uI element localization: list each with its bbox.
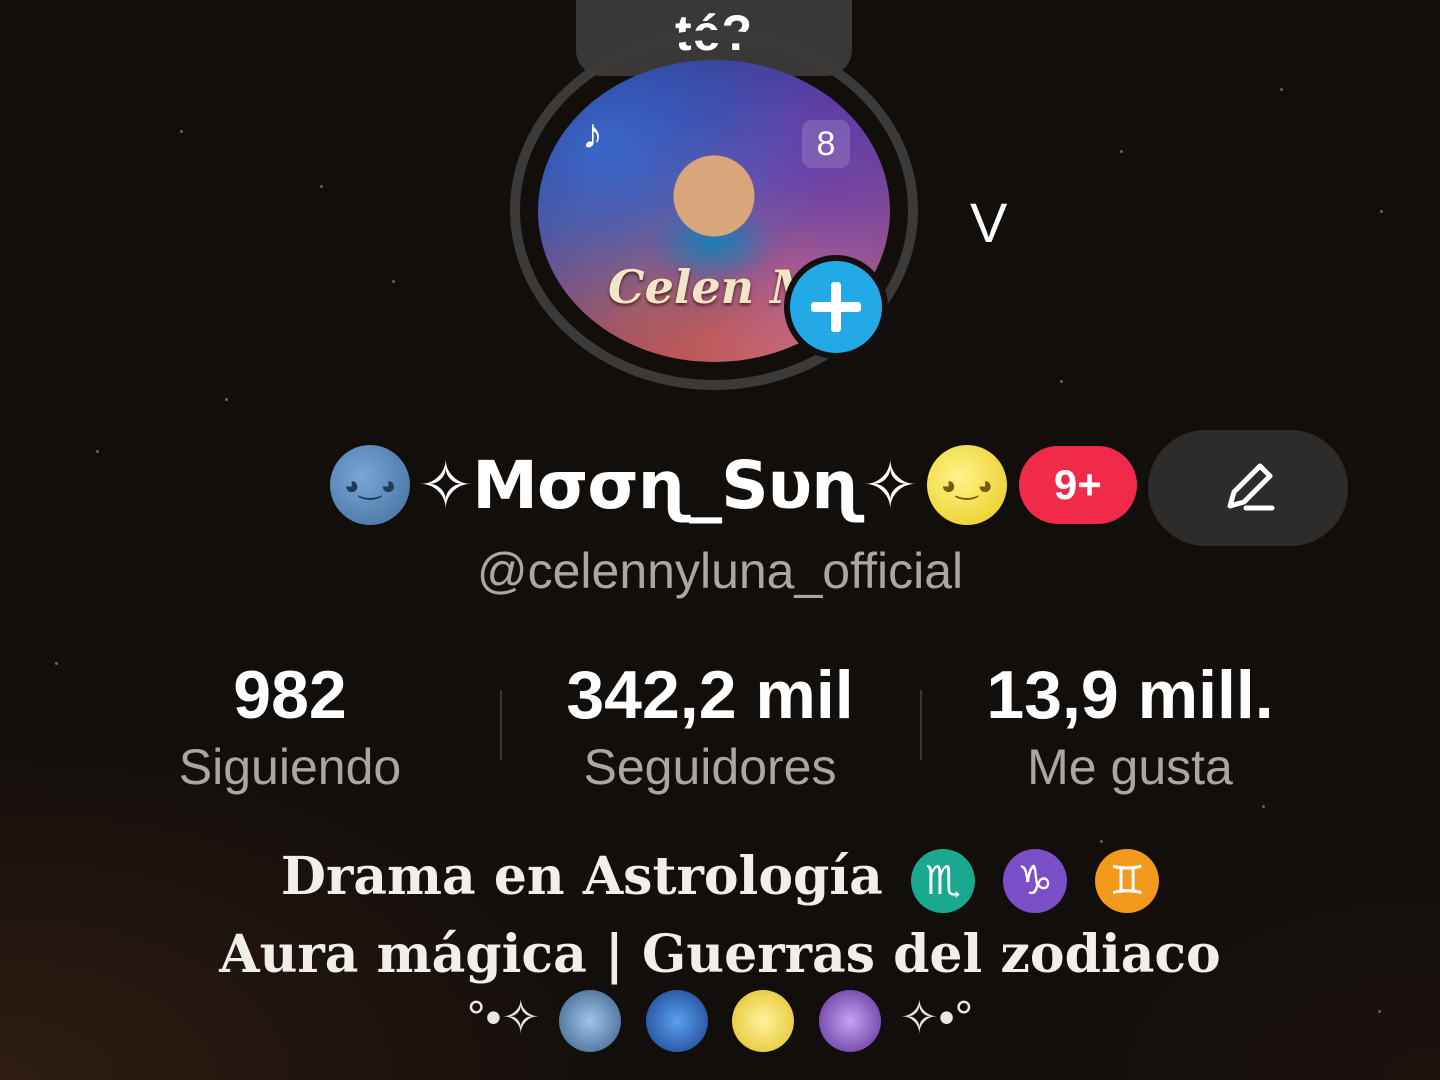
notification-badge[interactable]: 9+ — [1018, 446, 1137, 524]
pencil-icon — [1227, 463, 1275, 511]
display-name: ✧Mσσɳ_Sυɳ✧ — [418, 446, 918, 524]
star-decoration — [1262, 805, 1265, 808]
moon-emoji-icon — [558, 990, 621, 1052]
stat-likes[interactable]: 13,9 mill. Me gusta — [970, 655, 1290, 799]
profile-name-row: ◕‿◕ ✧Mσσɳ_Sυɳ✧ ◕‿◕ 9+ — [330, 440, 1137, 530]
star-decoration — [392, 280, 395, 283]
star-decoration — [96, 450, 99, 453]
stat-divider — [500, 690, 502, 760]
deco-text-right: ✧•° — [899, 991, 973, 1044]
capcut-logo-icon: 8 — [802, 120, 850, 168]
new-moon-face-icon: ◕‿◕ — [330, 445, 410, 525]
star-decoration — [180, 130, 183, 133]
gemini-icon: ♊ — [1095, 848, 1160, 913]
profile-page: té? ♪ 8 Celen M V ◕‿◕ ✧Mσσɳ_Sυɳ✧ ◕‿◕ 9+ … — [0, 0, 1440, 1080]
following-count: 982 — [233, 657, 347, 733]
stat-followers[interactable]: 342,2 mil Seguidores — [540, 655, 880, 799]
likes-count: 13,9 mill. — [986, 657, 1274, 733]
bio-text-1: Drama en Astrología — [280, 846, 883, 907]
plus-icon-vertical — [831, 282, 841, 332]
deco-text-left: °•✧ — [467, 991, 541, 1044]
star-decoration — [1060, 380, 1063, 383]
bio-line-1: Drama en Astrología ♏ ♑ ♊ — [0, 846, 1440, 913]
bio-line-2: Aura mágica | Guerras del zodiaco — [219, 924, 1221, 985]
edit-profile-button[interactable] — [1148, 430, 1348, 546]
username-handle: @celennyluna_official — [476, 543, 964, 599]
star-decoration — [320, 185, 323, 188]
stat-divider — [920, 690, 922, 760]
stat-following[interactable]: 982 Siguiendo — [160, 655, 420, 799]
followers-label: Seguidores — [583, 739, 837, 795]
following-label: Siguiendo — [178, 739, 402, 795]
sun-emoji-icon — [732, 990, 795, 1052]
star-decoration — [225, 398, 228, 401]
bio-decoration-row: °•✧ ✧•° — [0, 990, 1440, 1052]
full-moon-face-icon: ◕‿◕ — [926, 445, 1007, 525]
follow-plus-button[interactable] — [784, 255, 888, 359]
star-decoration — [1280, 88, 1283, 91]
star-decoration — [1100, 840, 1103, 843]
star-decoration — [55, 662, 58, 665]
capricorn-icon: ♑ — [1003, 848, 1068, 913]
followers-count: 342,2 mil — [566, 657, 854, 733]
chevron-down-icon[interactable]: V — [970, 190, 1007, 255]
likes-label: Me gusta — [1027, 739, 1233, 795]
star-decoration — [1120, 150, 1123, 153]
scorpio-emoji-icon — [819, 990, 882, 1052]
crystal-emoji-icon — [645, 990, 708, 1052]
scorpio-icon: ♏ — [910, 848, 975, 913]
tiktok-logo-icon: ♪ — [582, 110, 603, 157]
star-decoration — [1380, 210, 1383, 213]
